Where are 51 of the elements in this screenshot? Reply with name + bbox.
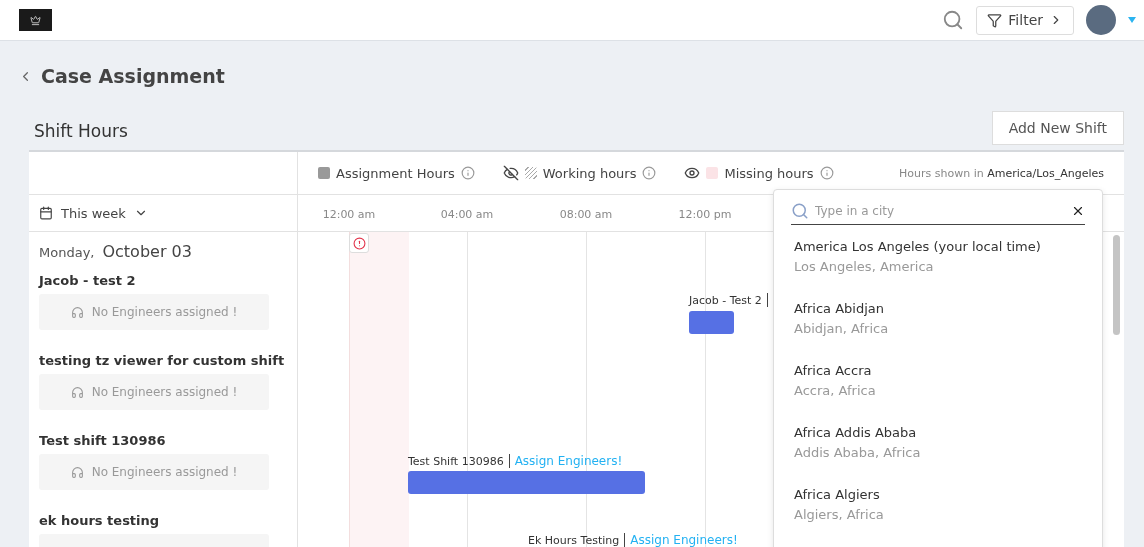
page-title: Case Assignment [41, 65, 225, 87]
time-tick: 08:00 am [559, 208, 613, 221]
timezone-option[interactable]: Africa Addis Ababa Addis Ababa, Africa [791, 411, 1085, 473]
time-tick: 12:00 am [322, 208, 376, 221]
scrollbar[interactable] [1113, 235, 1120, 335]
shift-bar-label: Test Shift 130986 [408, 454, 504, 468]
avatar[interactable] [1086, 5, 1116, 35]
caret-icon[interactable] [1128, 17, 1136, 23]
timezone-option[interactable]: Africa Algiers Algiers, Africa [791, 473, 1085, 535]
time-tick: 04:00 am [440, 208, 494, 221]
calendar-icon [39, 206, 53, 220]
shift-bar-label: Jacob - Test 2 [689, 293, 762, 307]
close-icon[interactable] [1071, 204, 1085, 218]
section-title: Shift Hours [34, 121, 128, 143]
filter-button[interactable]: Filter [976, 5, 1074, 35]
crown-logo[interactable] [19, 9, 52, 31]
shift-name: ek hours testing [39, 512, 161, 530]
search-icon [791, 202, 809, 220]
alert-icon[interactable] [349, 233, 369, 253]
info-icon[interactable] [642, 166, 657, 180]
time-tick: 12:00 pm [678, 208, 732, 221]
date: October 03 [102, 242, 192, 261]
headset-icon [70, 385, 84, 399]
timezone-option[interactable]: Africa Abidjan Abidjan, Africa [791, 287, 1085, 349]
search-icon[interactable] [942, 9, 965, 31]
info-icon[interactable] [460, 166, 475, 180]
weekday: Monday, [39, 245, 95, 260]
legend-label: Working hours [542, 165, 637, 181]
range-dropdown[interactable]: This week [39, 205, 148, 221]
funnel-icon [987, 12, 1003, 28]
notice-text: No Engineers assigned ! [91, 305, 238, 319]
legend-label: Missing hours [724, 165, 814, 181]
shift-bar-label: Ek Hours Testing [528, 533, 620, 547]
legend-swatch [318, 167, 330, 179]
headset-icon [70, 465, 84, 479]
timezone-note: Hours shown in America/Los_Angeles [899, 166, 1104, 180]
eye-icon[interactable] [684, 165, 701, 181]
eye-off-icon[interactable] [502, 165, 519, 181]
info-icon[interactable] [819, 166, 834, 180]
add-shift-button[interactable]: Add New Shift [991, 111, 1124, 145]
timezone-option[interactable]: Africa Accra Accra, Africa [791, 349, 1085, 411]
headset-icon [70, 305, 84, 319]
legend-swatch [524, 167, 537, 179]
shift-name: Jacob - test 2 [39, 272, 137, 290]
legend-label: Assignment Hours [336, 165, 455, 181]
shift-name: testing tz viewer for custom shift [39, 352, 286, 370]
timezone-option[interactable]: America Los Angeles (your local time) Los Angeles, America [791, 225, 1085, 287]
notice-text: No Engineers assigned ! [91, 465, 238, 479]
legend-swatch [706, 167, 719, 179]
shift-name: Test shift 130986 [39, 432, 167, 450]
notice-text: No Engineers assigned ! [91, 385, 238, 399]
